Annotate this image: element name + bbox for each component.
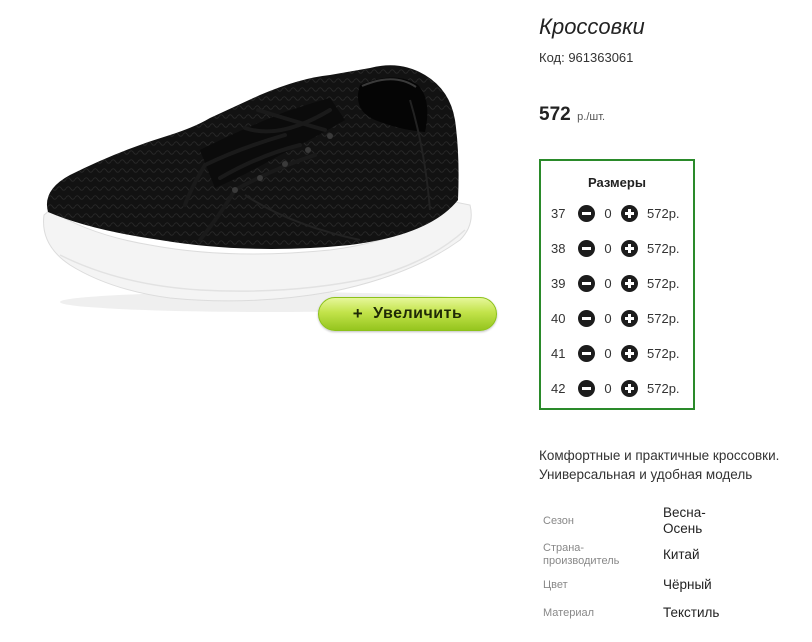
size-row: 37 0 572р.	[541, 204, 693, 224]
size-quantity: 0	[604, 311, 612, 326]
description-line: Комфортные и практичные кроссовки.	[539, 448, 780, 463]
zoom-button[interactable]: + Увеличить	[318, 297, 497, 331]
product-image[interactable]	[30, 40, 500, 330]
attr-label-season: Сезон	[543, 515, 574, 527]
product-title: Кроссовки	[539, 14, 645, 39]
size-price: 572р.	[647, 311, 680, 326]
size-number: 42	[551, 381, 566, 396]
attr-value-line: Весна-	[663, 505, 706, 520]
minus-icon[interactable]	[578, 205, 595, 222]
size-number: 38	[551, 241, 566, 256]
minus-icon[interactable]	[578, 275, 595, 292]
size-price: 572р.	[647, 241, 680, 256]
size-quantity: 0	[604, 346, 612, 361]
minus-icon[interactable]	[578, 380, 595, 397]
plus-circle-icon[interactable]	[621, 275, 638, 292]
minus-icon[interactable]	[578, 345, 595, 362]
price-unit: р./шт.	[577, 111, 606, 123]
minus-icon[interactable]	[578, 240, 595, 257]
plus-circle-icon[interactable]	[621, 240, 638, 257]
sizes-title: Размеры	[588, 175, 646, 190]
size-number: 40	[551, 311, 566, 326]
attr-label-line: Страна-	[543, 542, 585, 554]
size-price: 572р.	[647, 206, 680, 221]
size-row: 41 0 572р.	[541, 344, 693, 364]
plus-icon: +	[352, 304, 364, 323]
product-price: 572 р./шт.	[539, 104, 605, 126]
sizes-panel: Размеры 37 0 572р. 38 0 572р. 39 0 572р.…	[539, 159, 695, 410]
size-quantity: 0	[604, 276, 612, 291]
product-code: Код: 961363061	[539, 50, 634, 65]
price-amount: 572	[539, 104, 571, 125]
size-row: 38 0 572р.	[541, 239, 693, 259]
size-row: 40 0 572р.	[541, 309, 693, 329]
size-row: 42 0 572р.	[541, 379, 693, 399]
product-description: Комфортные и практичные кроссовки. Униве…	[539, 446, 809, 484]
attr-value-season: Весна- Осень	[663, 505, 706, 537]
size-number: 41	[551, 346, 566, 361]
plus-circle-icon[interactable]	[621, 205, 638, 222]
plus-circle-icon[interactable]	[621, 310, 638, 327]
attr-label-line: производитель	[543, 555, 620, 567]
attr-value-line: Осень	[663, 521, 703, 536]
minus-icon[interactable]	[578, 310, 595, 327]
size-quantity: 0	[604, 206, 612, 221]
plus-circle-icon[interactable]	[621, 345, 638, 362]
size-price: 572р.	[647, 276, 680, 291]
size-price: 572р.	[647, 381, 680, 396]
size-price: 572р.	[647, 346, 680, 361]
attr-label-country: Страна- производитель	[543, 542, 619, 568]
size-row: 39 0 572р.	[541, 274, 693, 294]
description-line: Универсальная и удобная модель	[539, 467, 753, 482]
plus-circle-icon[interactable]	[621, 380, 638, 397]
zoom-button-label: Увеличить	[373, 305, 463, 322]
attr-value-country: Китай	[663, 547, 700, 562]
attr-value-material: Текстиль	[663, 605, 720, 620]
size-quantity: 0	[604, 241, 612, 256]
size-quantity: 0	[604, 381, 612, 396]
size-number: 39	[551, 276, 566, 291]
attr-value-color: Чёрный	[663, 577, 712, 592]
size-number: 37	[551, 206, 566, 221]
attr-label-material: Материал	[543, 607, 594, 619]
attr-label-color: Цвет	[543, 579, 568, 591]
